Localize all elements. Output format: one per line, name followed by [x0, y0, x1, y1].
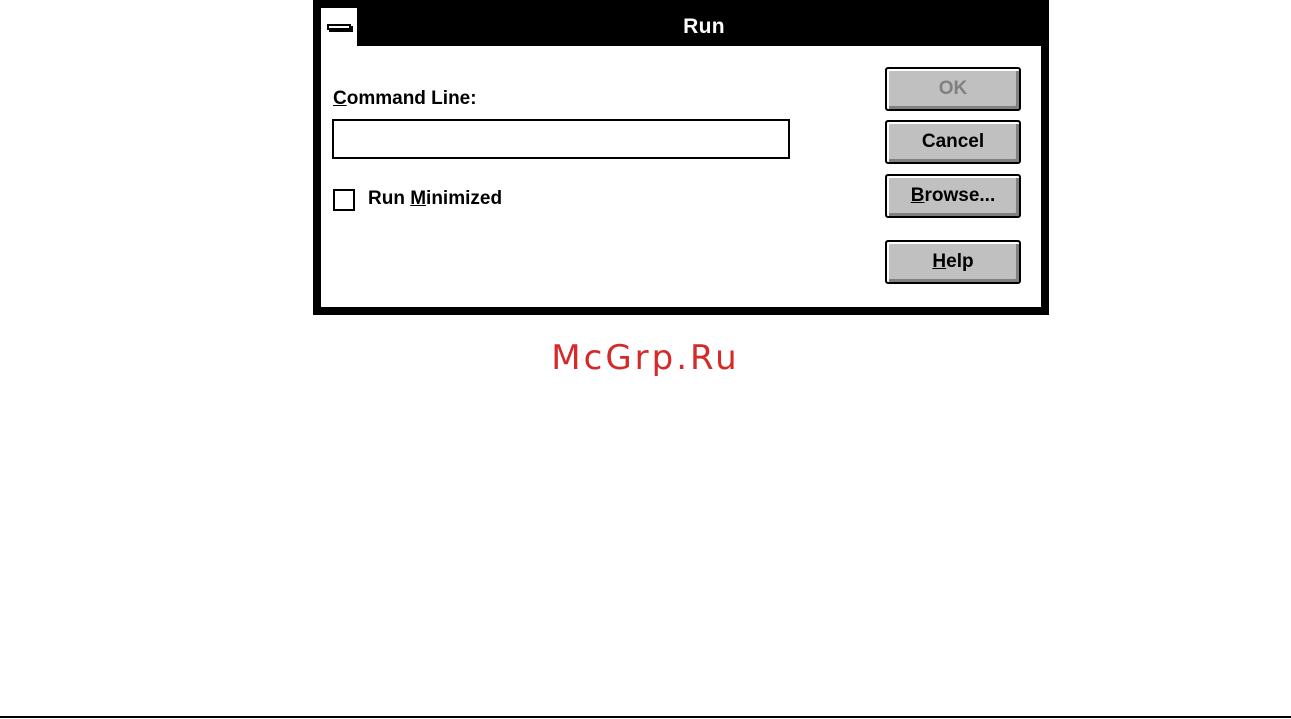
- command-line-input[interactable]: [332, 119, 790, 159]
- ok-button[interactable]: OK: [885, 67, 1021, 111]
- system-menu-bar: [327, 24, 351, 30]
- page: Run Command Line: Run Minimized OK Cance…: [0, 0, 1291, 719]
- run-dialog: Run Command Line: Run Minimized OK Cance…: [313, 0, 1049, 315]
- dialog-client-area: Command Line: Run Minimized OK Cancel Br…: [321, 46, 1041, 307]
- watermark-text: McGrp.Ru: [551, 338, 740, 378]
- browse-button-label: rowse...: [924, 185, 996, 206]
- help-button[interactable]: Help: [885, 240, 1021, 284]
- run-minimized-checkbox[interactable]: [333, 189, 355, 211]
- dialog-title: Run: [683, 15, 725, 38]
- system-menu-icon[interactable]: [321, 8, 359, 46]
- help-mnemonic: H: [932, 251, 947, 272]
- run-minimized-label-pre: Run: [368, 188, 411, 209]
- bottom-divider: [0, 716, 1291, 718]
- run-minimized-label[interactable]: Run Minimized: [368, 188, 502, 210]
- command-line-label-text: ommand Line:: [346, 88, 477, 109]
- browse-mnemonic: B: [910, 185, 925, 206]
- help-button-label: elp: [946, 251, 974, 272]
- browse-button[interactable]: Browse...: [885, 174, 1021, 218]
- command-line-mnemonic: C: [333, 88, 347, 109]
- cancel-button-label: Cancel: [921, 131, 985, 152]
- ok-button-label: OK: [938, 78, 968, 99]
- run-minimized-label-post: inimized: [426, 188, 503, 209]
- command-line-label: Command Line:: [333, 88, 477, 110]
- run-minimized-mnemonic: M: [410, 188, 427, 209]
- cancel-button[interactable]: Cancel: [885, 120, 1021, 164]
